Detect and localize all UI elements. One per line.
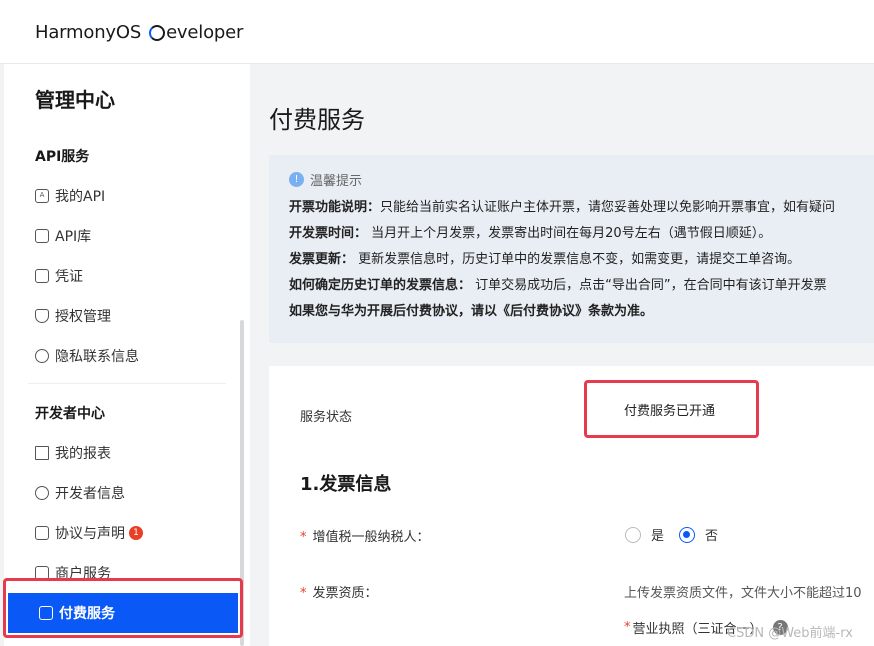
sidebar-item-label: 我的报表 xyxy=(55,446,111,462)
radio-no[interactable]: 否 xyxy=(679,525,718,544)
radio-circle-icon xyxy=(625,526,641,543)
notice-line-text: 只能给当前实名认证账户主体开票，请您妥善处理以免影响开票事宜，如有疑问 xyxy=(380,200,836,215)
page-title: 付费服务 xyxy=(269,106,365,134)
sidebar: 管理中心 API服务 A 我的API API库 凭证 授权管理 隐私联系信息 开… xyxy=(4,64,250,646)
notice-line: 如果您与华为开展后付费协议，请以《后付费协议》条款为准。 xyxy=(289,299,874,325)
required-asterisk: * xyxy=(624,620,631,635)
brand-developer: eveloper xyxy=(149,22,243,43)
notification-badge: 1 xyxy=(129,526,143,540)
sidebar-item-label: 开发者信息 xyxy=(55,486,125,502)
notice-line-text: 订单交易成功后，点击“导出合同”，在合同中有该订单开发票 xyxy=(471,278,827,293)
sidebar-item-my-reports[interactable]: 我的报表 xyxy=(35,443,111,463)
user-list-icon xyxy=(35,486,49,500)
agreement-icon xyxy=(35,526,49,540)
notice-heading: ! 温馨提示 xyxy=(289,170,874,189)
sidebar-item-label: 协议与声明 xyxy=(55,526,125,542)
document-icon xyxy=(35,269,49,283)
sidebar-item-authorization[interactable]: 授权管理 xyxy=(35,306,111,326)
section-invoice-title: 1.发票信息 xyxy=(300,474,392,495)
notice-line-label: 如果您与华为开展后付费协议，请以《后付费协议》条款为准。 xyxy=(289,304,654,319)
highlight-box-active-item xyxy=(3,578,243,638)
sidebar-item-label: 授权管理 xyxy=(55,309,111,325)
sidebar-item-agreements[interactable]: 协议与声明 1 xyxy=(35,523,143,543)
radio-yes[interactable]: 是 xyxy=(625,525,664,544)
api-icon: A xyxy=(35,189,49,203)
divider xyxy=(28,383,226,384)
notice-line-label: 发票更新： xyxy=(289,252,355,267)
sidebar-item-label: 隐私联系信息 xyxy=(55,349,139,365)
brand-developer-text: eveloper xyxy=(166,22,244,43)
sidebar-item-developer-info[interactable]: 开发者信息 xyxy=(35,483,125,503)
watermark: CSDN @Web前端-rx xyxy=(727,626,853,641)
required-asterisk: * xyxy=(300,530,307,545)
sidebar-item-privacy-contact[interactable]: 隐私联系信息 xyxy=(35,346,139,366)
invoice-card: 服务状态 付费服务已开通 1.发票信息 * 增值税一般纳税人： 是 否 * 发票资质… xyxy=(269,366,874,646)
radio-label: 否 xyxy=(705,529,719,544)
notice-line: 如何确定历史订单的发票信息： 订单交易成功后，点击“导出合同”，在合同中有该订单… xyxy=(289,273,874,299)
sidebar-item-label: 我的API xyxy=(55,189,106,205)
section-api-services: API服务 xyxy=(35,149,90,165)
sidebar-item-label: 凭证 xyxy=(55,269,83,285)
notice-heading-text: 温馨提示 xyxy=(310,174,363,189)
notice-line: 开发票时间： 当月开上个月发票，发票寄出时间在每月20号左右（遇节假日顺延）。 xyxy=(289,221,874,247)
section-developer-center: 开发者中心 xyxy=(35,406,105,422)
service-status-label: 服务状态 xyxy=(300,410,353,425)
harmonyos-developer-logo[interactable]: HarmonyOS eveloper xyxy=(35,22,243,43)
shield-icon xyxy=(35,309,49,323)
bar-chart-icon xyxy=(35,446,49,460)
vat-taxpayer-label: * 增值税一般纳税人： xyxy=(300,526,430,545)
required-asterisk: * xyxy=(300,586,307,601)
sidebar-item-api-library[interactable]: API库 xyxy=(35,226,91,246)
notice-line-label: 开票功能说明： xyxy=(289,200,381,215)
invoice-qualification-label: * 发票资质： xyxy=(300,582,378,601)
top-bar: HarmonyOS eveloper xyxy=(0,0,874,64)
field-label: 发票资质： xyxy=(312,586,378,601)
info-icon: ! xyxy=(289,172,304,187)
notice-panel: ! 温馨提示 开票功能说明：只能给当前实名认证账户主体开票，请您妥善处理以免影响… xyxy=(269,155,874,343)
sidebar-title: 管理中心 xyxy=(35,88,115,112)
notice-line-text: 当月开上个月发票，发票寄出时间在每月20号左右（遇节假日顺延）。 xyxy=(367,226,772,241)
radio-label: 是 xyxy=(651,529,665,544)
notice-line-label: 如何确定历史订单的发票信息： xyxy=(289,278,472,293)
upload-hint: 上传发票资质文件，文件大小不能超过10 xyxy=(624,586,862,601)
field-label: 增值税一般纳税人： xyxy=(312,530,430,545)
sidebar-item-label: API库 xyxy=(55,229,92,245)
notice-line-label: 开发票时间： xyxy=(289,226,368,241)
notice-line: 发票更新： 更新发票信息时，历史订单中的发票信息不变，如需变更，请提交工单咨询。 xyxy=(289,247,874,273)
cube-icon xyxy=(35,229,49,243)
sidebar-item-credentials[interactable]: 凭证 xyxy=(35,266,83,286)
user-icon xyxy=(35,349,49,363)
brand-text: HarmonyOS xyxy=(35,22,142,43)
d-logo-icon xyxy=(149,24,166,41)
sidebar-item-my-api[interactable]: A 我的API xyxy=(35,186,105,206)
notice-line: 开票功能说明：只能给当前实名认证账户主体开票，请您妥善处理以免影响开票事宜，如有… xyxy=(289,195,874,221)
radio-selected-icon xyxy=(679,526,695,543)
highlight-box-status xyxy=(584,380,759,438)
notice-line-text: 更新发票信息时，历史订单中的发票信息不变，如需变更，请提交工单咨询。 xyxy=(354,252,801,267)
